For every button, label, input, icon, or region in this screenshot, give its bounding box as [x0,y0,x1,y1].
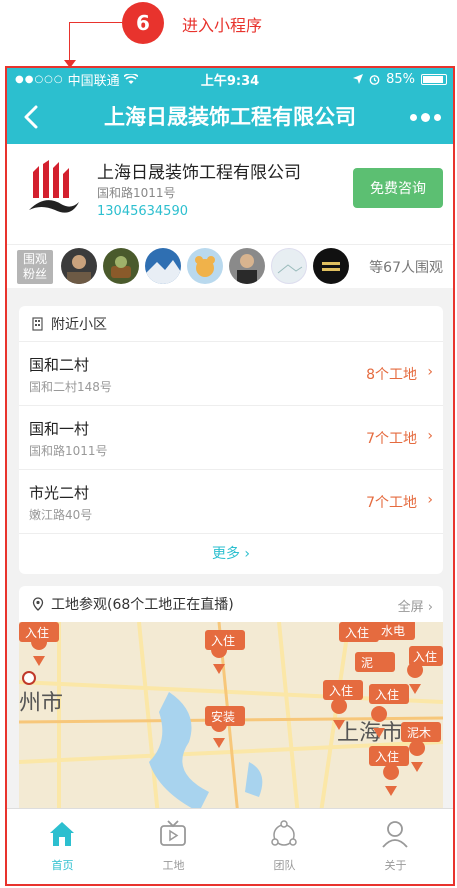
site-visit-card: 工地参观(68个工地正在直播) 全屏 › 州市 上海市 入住 入住 入住 水电 … [19,586,443,826]
annotation-step-badge: 6 [122,2,164,44]
status-bar: ●●○○○ 中国联通 上午9:34 85% [7,68,453,90]
location-arrow-icon [353,74,364,84]
battery-percent: 85% [386,71,415,87]
avatar [61,248,97,284]
map-pin-label: 水电 [381,624,405,638]
site-count: 8个工地 [366,367,417,383]
location-pin-icon [32,597,44,611]
user-icon [382,821,408,848]
screenshot-canvas: 6 进入小程序 ●●○○○ 中国联通 上午9:34 85% 上海日晟装饰工程有限… [0,0,457,888]
avatar [271,248,307,284]
home-icon [50,822,74,846]
map-pin-label: 入住 [329,684,353,698]
community-name: 国和二村 [29,356,90,374]
annotation-line [69,22,122,23]
site-visit-title: 工地参观(68个工地正在直播) [51,597,234,613]
nearby-header: 附近小区 [19,306,443,342]
avatar [229,248,265,284]
nav-title: 上海日晟装饰工程有限公司 [104,105,356,129]
tab-sites[interactable]: 工地 [118,809,229,884]
tab-label: 工地 [162,859,185,872]
followers-count: 等67人围观 [369,260,443,276]
map-pin-label: 入住 [25,626,49,640]
tab-team[interactable]: 团队 [229,809,340,884]
more-communities-link[interactable]: 更多 › [19,534,443,574]
tab-label: 首页 [51,859,74,872]
list-item[interactable]: 市光二村 嫩江路40号 7个工地 › [19,470,443,534]
community-address: 国和二村148号 [29,380,112,394]
map-pin-label: 泥木 [407,726,431,740]
phone-screen: ●●○○○ 中国联通 上午9:34 85% 上海日晟装饰工程有限公司 上海日晟装… [5,66,455,886]
alarm-icon [369,74,380,85]
fullscreen-label: 全屏 [397,600,424,615]
list-item[interactable]: 国和一村 国和路1011号 7个工地 › [19,406,443,470]
nearby-title: 附近小区 [51,316,107,333]
company-phone-link[interactable]: 13045634590 [97,204,188,219]
site-map[interactable]: 州市 上海市 入住 入住 入住 水电 泥 入住 入住 安装 入住 泥木 入住 [19,622,443,826]
avatar [103,248,139,284]
followers-strip[interactable]: 围观 粉丝 等67人围观 [7,244,453,288]
map-pin-label: 安装 [211,709,235,724]
company-name: 上海日晟装饰工程有限公司 [97,163,301,183]
chevron-right-icon: › [427,428,433,444]
list-item[interactable]: 国和二村 国和二村148号 8个工地 › [19,342,443,406]
map-city-label: 上海市 [337,720,403,745]
tab-home[interactable]: 首页 [7,809,118,884]
fans-tag-line1: 围观 [22,252,47,266]
company-logo [29,160,79,213]
community-name: 国和一村 [29,420,90,438]
map-pin-label: 入住 [211,634,235,648]
site-count: 7个工地 [366,495,417,511]
site-visit-header: 工地参观(68个工地正在直播) 全屏 › [19,586,443,622]
avatar [187,248,223,284]
map-pin-label: 入住 [345,626,369,640]
more-label: 更多 [211,546,240,562]
map-pin-label: 入住 [375,688,399,702]
community-address: 国和路1011号 [29,444,108,458]
community-name: 市光二村 [29,484,90,502]
map-pin-label: 泥 [361,656,373,670]
annotation-label: 进入小程序 [182,16,263,35]
chevron-right-icon: › [427,364,433,380]
chevron-left-icon[interactable] [17,102,47,132]
building-icon [32,316,43,331]
free-consult-button[interactable]: 免费咨询 [353,168,443,208]
company-address: 国和路1011号 [97,186,176,200]
map-pin-label: 入住 [375,750,399,764]
fullscreen-button[interactable]: 全屏 › [398,596,433,615]
map-city-label: 州市 [19,690,63,715]
nav-bar: 上海日晟装饰工程有限公司 [7,90,453,144]
chevron-right-icon: › [427,492,433,508]
battery-icon [421,73,447,85]
fans-tag-line2: 粉丝 [22,267,47,281]
map-pin-label: 入住 [413,650,437,664]
site-count: 7个工地 [366,431,417,447]
community-address: 嫩江路40号 [29,508,93,522]
avatar [145,248,181,284]
nearby-communities-card: 附近小区 国和二村 国和二村148号 8个工地 › 国和一村 国和路1011号 … [19,306,443,574]
tv-icon [160,820,186,846]
tab-label: 团队 [273,859,296,872]
company-header: 上海日晟装饰工程有限公司 国和路1011号 13045634590 免费咨询 [7,144,453,244]
avatar [313,248,349,284]
tab-about[interactable]: 关于 [340,809,451,884]
more-dots-icon[interactable] [403,104,447,130]
team-icon [271,820,297,846]
bottom-tab-bar: 首页 工地 团队 关于 [7,808,453,884]
tab-label: 关于 [384,859,407,872]
fans-tag: 围观 粉丝 [17,250,53,284]
